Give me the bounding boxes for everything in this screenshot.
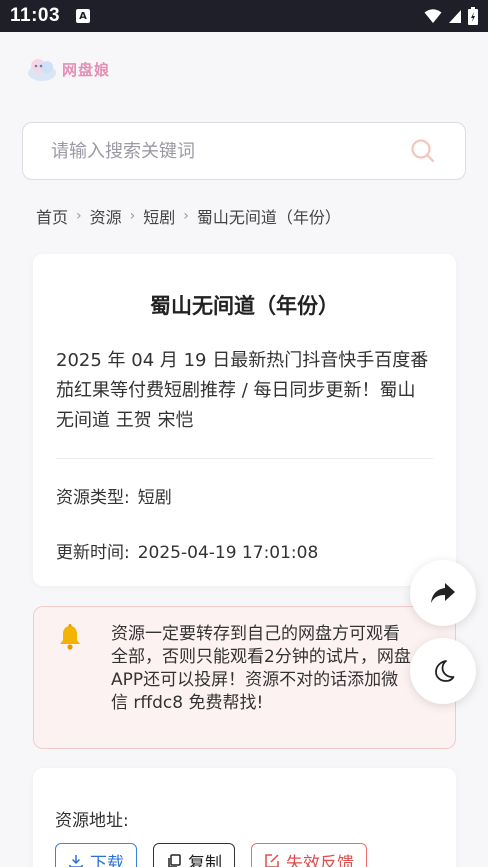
breadcrumb: 首页 › 资源 › 短剧 › 蜀山无间道（年份） [36, 204, 341, 228]
share-button[interactable] [410, 560, 476, 626]
resource-description: 2025 年 04 月 19 日最新热门抖音快手百度番茄红果等付费短剧推荐 / … [56, 350, 429, 431]
download-label: 下载 [90, 853, 124, 867]
search-bar [22, 122, 466, 180]
search-button[interactable] [409, 137, 437, 165]
battery-icon [468, 7, 478, 25]
update-time-label: 更新时间: [56, 543, 130, 563]
resource-actions: 下载 复制 失效反馈 [55, 843, 434, 867]
copy-label: 复制 [188, 853, 222, 867]
site-logo[interactable]: 网盘娘 [26, 56, 110, 82]
report-broken-button[interactable]: 失效反馈 [251, 843, 367, 867]
breadcrumb-current: 蜀山无间道（年份） [196, 208, 341, 227]
edit-report-icon [265, 854, 279, 867]
resource-address-card: 资源地址: 下载 复制 失效反馈 [33, 768, 456, 867]
update-time-value: 2025-04-19 17:01:08 [137, 543, 319, 563]
resource-detail-card: 蜀山无间道（年份） 2025 年 04 月 19 日最新热门抖音快手百度番茄红果… [33, 254, 456, 586]
chevron-right-icon: › [129, 208, 136, 224]
divider [56, 458, 433, 459]
page: 网盘娘 首页 › 资源 › 短剧 › 蜀山无间道（年份） 蜀山无间道（年份） 2… [0, 32, 488, 867]
dark-mode-toggle[interactable] [410, 638, 476, 704]
notice-banner: 资源一定要转存到自己的网盘方可观看全部，否则只能观看2分钟的试片，网盘APP还可… [33, 606, 456, 749]
logo-text: 网盘娘 [62, 60, 111, 79]
share-icon [431, 583, 455, 603]
breadcrumb-resources[interactable]: 资源 [90, 204, 122, 228]
resource-type-row: 资源类型: 短剧 [56, 483, 433, 508]
download-button[interactable]: 下载 [55, 843, 137, 867]
search-input[interactable] [51, 140, 409, 162]
copy-icon [168, 854, 181, 867]
status-time: 11:03 [10, 5, 61, 26]
breadcrumb-category[interactable]: 短剧 [143, 204, 175, 228]
chevron-right-icon: › [76, 208, 82, 224]
logo-mascot-icon [28, 59, 56, 81]
status-bar: 11:03 A [0, 0, 488, 32]
download-icon [69, 855, 83, 867]
bell-icon [56, 623, 84, 655]
chevron-right-icon: › [183, 208, 189, 224]
resource-type-value: 短剧 [137, 488, 172, 508]
resource-address-label: 资源地址: [55, 811, 129, 831]
report-broken-label: 失效反馈 [286, 853, 354, 867]
signal-icon [449, 10, 461, 23]
notification-icon: A [76, 9, 91, 23]
notice-text: 资源一定要转存到自己的网盘方可观看全部，否则只能观看2分钟的试片，网盘APP还可… [111, 624, 411, 713]
moon-icon [435, 660, 455, 682]
breadcrumb-home[interactable]: 首页 [36, 204, 68, 228]
status-icons [424, 7, 478, 25]
resource-type-label: 资源类型: [56, 488, 130, 508]
wifi-icon [424, 9, 442, 23]
resource-title: 蜀山无间道（年份） [150, 294, 339, 318]
update-time-row: 更新时间: 2025-04-19 17:01:08 [56, 538, 433, 563]
copy-button[interactable]: 复制 [153, 843, 235, 867]
search-icon [411, 139, 435, 163]
